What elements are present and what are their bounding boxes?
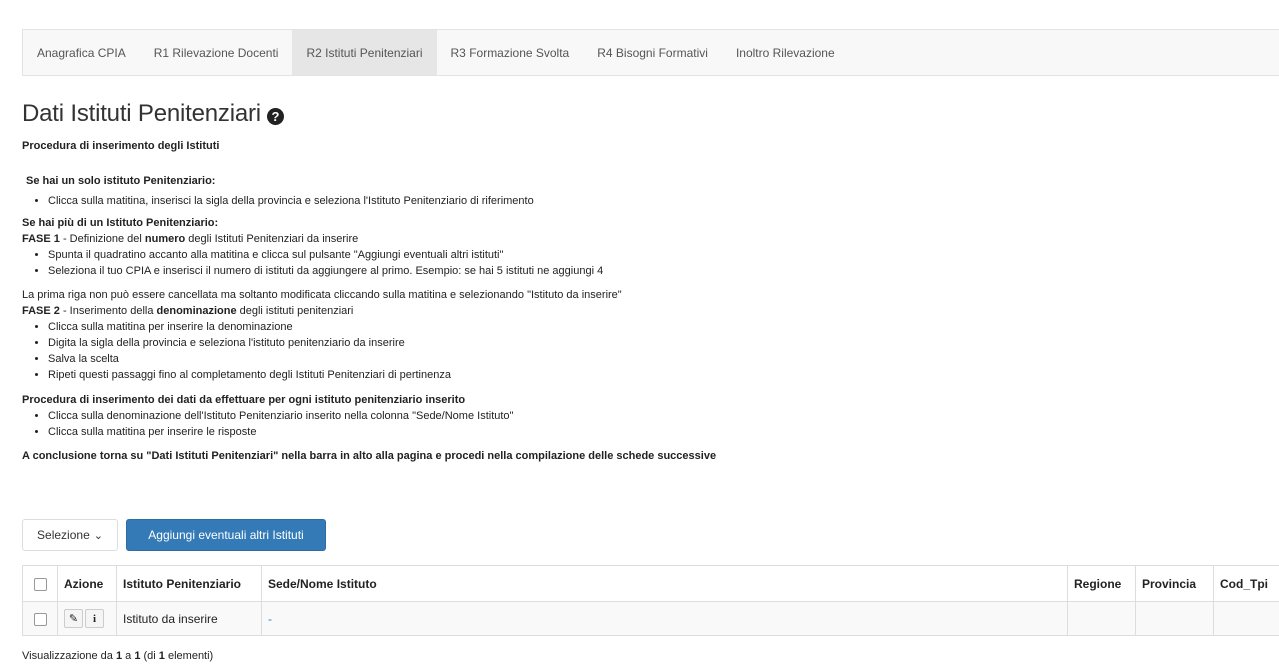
selection-dropdown[interactable]: Selezione ⌄ [22, 519, 118, 551]
list-item: Ripeti questi passaggi fino al completam… [48, 367, 1272, 383]
fase1-bold: numero [144, 233, 186, 245]
cell-istituto: Istituto da inserire [116, 601, 262, 636]
tab-r4-bisogni-formativi[interactable]: R4 Bisogni Formativi [583, 30, 722, 75]
cell-sede-link[interactable]: - [268, 612, 272, 626]
instructions: Procedura di inserimento degli Istituti … [22, 138, 1272, 464]
list-item: Spunta il quadratino accanto alla matiti… [48, 247, 1272, 263]
info-icon[interactable]: i [85, 609, 104, 628]
instructions-heading: Procedura di inserimento degli Istituti [22, 140, 220, 152]
fase2-text-a: - Inserimento della [59, 305, 157, 317]
pagination-paren: (di [140, 650, 159, 662]
question-circle-icon[interactable]: ? [266, 107, 284, 125]
add-institutes-button[interactable]: Aggiungi eventuali altri Istituti [126, 519, 326, 551]
header-provincia[interactable]: Provincia [1135, 565, 1214, 602]
pagination-prefix: Visualizzazione da [22, 650, 116, 662]
single-institute-heading: Se hai un solo istituto Penitenziario: [26, 175, 216, 187]
list-item: Seleziona il tuo CPIA e inserisci il num… [48, 263, 1272, 279]
pagination-info: Visualizzazione da 1 a 1 (di 1 elementi) [22, 650, 213, 662]
tab-r1-rilevazione-docenti[interactable]: R1 Rilevazione Docenti [140, 30, 293, 75]
fase1-text-a: - Definizione del [59, 233, 145, 245]
table-header-row: Azione Istituto Penitenziario Sede/Nome … [22, 565, 1279, 602]
fase2-list: Clicca sulla matitina per inserire la de… [22, 319, 1272, 383]
cell-regione [1067, 601, 1136, 636]
fase1-line: FASE 1 - Definizione del numero degli Is… [22, 231, 1272, 247]
tab-r3-formazione-svolta[interactable]: R3 Formazione Svolta [437, 30, 584, 75]
fase1-text-b: degli Istituti Penitenziari da inserire [185, 233, 359, 245]
list-item: Digita la sigla della provincia e selezi… [48, 335, 1272, 351]
tab-bar: Anagrafica CPIA R1 Rilevazione Docenti R… [22, 29, 1279, 76]
pagination-suffix: elementi) [164, 650, 214, 662]
table-row: ✎ i Istituto da inserire - [22, 601, 1279, 636]
tab-inoltro-rilevazione[interactable]: Inoltro Rilevazione [722, 30, 849, 75]
list-item: Clicca sulla matitina per inserire le ri… [48, 424, 1272, 440]
pencil-square-icon[interactable]: ✎ [64, 609, 83, 628]
pagination-middle: a [122, 650, 135, 662]
fase2-bold: denominazione [156, 305, 237, 317]
header-istituto-penitenziario[interactable]: Istituto Penitenziario [116, 565, 262, 602]
tab-anagrafica-cpia[interactable]: Anagrafica CPIA [23, 30, 140, 75]
header-regione[interactable]: Regione [1067, 565, 1136, 602]
list-item: Clicca sulla matitina per inserire la de… [48, 319, 1272, 335]
institutes-table: Azione Istituto Penitenziario Sede/Nome … [22, 565, 1279, 636]
fase2-text-b: degli istituti penitenziari [236, 305, 354, 317]
single-institute-list: Clicca sulla matitina, inserisci la sigl… [22, 193, 1272, 209]
fase2-line: FASE 2 - Inserimento della denominazione… [22, 303, 1272, 319]
page-title-row: Dati Istituti Penitenziari ? [22, 100, 284, 128]
header-azione[interactable]: Azione [57, 565, 117, 602]
page-title: Dati Istituti Penitenziari [22, 100, 261, 127]
cell-provincia [1135, 601, 1214, 636]
fase1-list: Spunta il quadratino accanto alla matiti… [22, 247, 1272, 279]
select-all-checkbox[interactable] [33, 577, 47, 591]
multi-institute-heading: Se hai più di un Istituto Penitenziario: [22, 217, 219, 229]
selection-label: Selezione [37, 528, 90, 542]
tab-r2-istituti-penitenziari[interactable]: R2 Istituti Penitenziari [292, 30, 437, 75]
first-row-note: La prima riga non può essere cancellata … [22, 289, 622, 301]
chevron-down-icon: ⌄ [93, 529, 103, 542]
data-procedure-heading: Procedura di inserimento dei dati da eff… [22, 394, 466, 406]
row-checkbox[interactable] [33, 612, 47, 626]
data-procedure-list: Clicca sulla denominazione dell'Istituto… [22, 408, 1272, 440]
header-cod-tpi[interactable]: Cod_Tpi [1213, 565, 1279, 602]
fase1-label: FASE 1 [22, 233, 60, 245]
list-item: Clicca sulla denominazione dell'Istituto… [48, 408, 1272, 424]
conclusion-text: A conclusione torna su "Dati Istituti Pe… [22, 450, 717, 462]
cell-cod-tpi [1213, 601, 1279, 636]
fase2-label: FASE 2 [22, 305, 60, 317]
header-sede-nome-istituto[interactable]: Sede/Nome Istituto [261, 565, 1068, 602]
list-item: Clicca sulla matitina, inserisci la sigl… [48, 193, 1272, 209]
list-item: Salva la scelta [48, 351, 1272, 367]
